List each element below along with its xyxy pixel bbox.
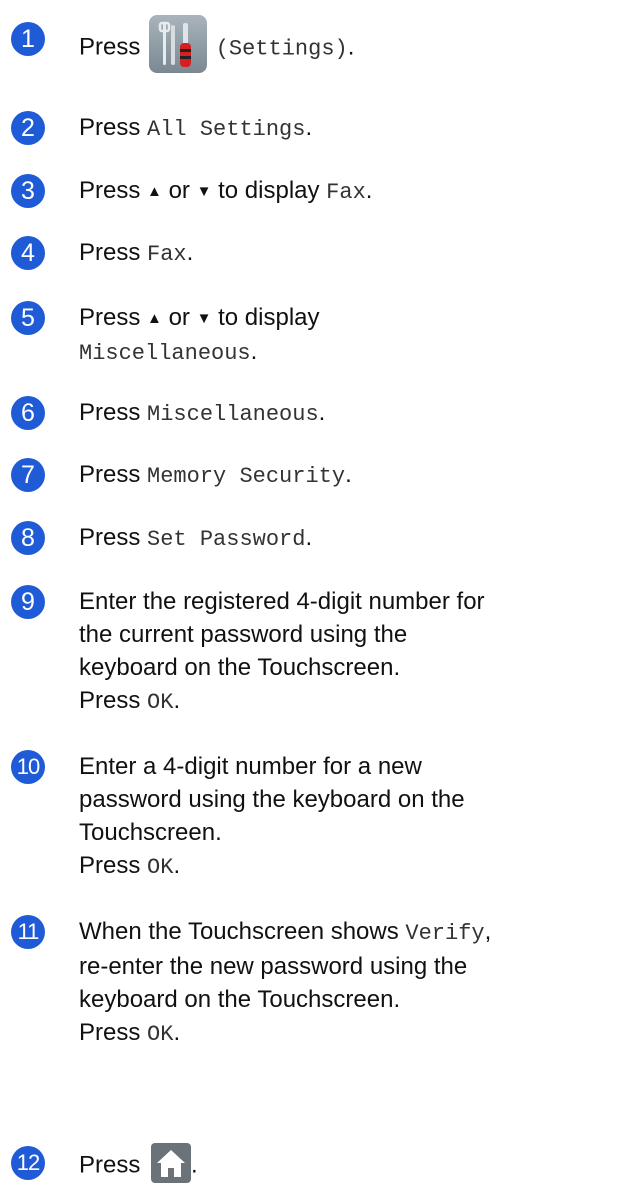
ok-label: OK <box>147 690 174 715</box>
step-12-text: Press . <box>79 1143 609 1186</box>
step-5-text: Press ▲ or ▼ to display Miscellaneous. <box>79 304 320 366</box>
verify-label: Verify <box>405 921 485 946</box>
step-number-4: 4 <box>11 236 45 270</box>
step-number-10: 10 <box>11 750 45 784</box>
step-number-5: 5 <box>11 301 45 335</box>
step-number-9: 9 <box>11 585 45 619</box>
press-word: Press <box>79 33 141 61</box>
step-7-text: Press Memory Security. <box>79 461 352 489</box>
ok-label: OK <box>147 855 174 880</box>
down-arrow-icon: ▼ <box>196 310 212 327</box>
step-8-text: Press Set Password. <box>79 524 313 552</box>
miscellaneous-label: Miscellaneous <box>79 341 251 366</box>
step-11-text: When the Touchscreen shows Verify, re-en… <box>79 918 492 1047</box>
fax-label: Fax <box>147 242 187 267</box>
step-number-6: 6 <box>11 396 45 430</box>
up-arrow-icon: ▲ <box>147 183 162 200</box>
set-password-label: Set Password <box>147 527 306 552</box>
memory-security-label: Memory Security <box>147 464 346 489</box>
step-3-text: Press ▲ or ▼ to display Fax. <box>79 177 373 205</box>
step-number-12: 12 <box>11 1146 45 1180</box>
step-number-3: 3 <box>11 174 45 208</box>
step-number-11: 11 <box>11 915 45 949</box>
settings-label: (Settings) <box>215 36 348 62</box>
miscellaneous-label: Miscellaneous <box>147 402 319 427</box>
step-number-7: 7 <box>11 458 45 492</box>
step-9-text: Enter the registered 4-digit number for … <box>79 588 485 715</box>
step-number-1: 1 <box>11 22 45 56</box>
all-settings-label: All Settings <box>147 117 306 142</box>
step-6-text: Press Miscellaneous. <box>79 399 326 427</box>
step-4-text: Press Fax. <box>79 239 194 267</box>
up-arrow-icon: ▲ <box>147 310 162 327</box>
step-1-text: Press (Settings). <box>79 15 609 77</box>
step-number-2: 2 <box>11 111 45 145</box>
step-2-text: Press All Settings. <box>79 114 313 142</box>
fax-label: Fax <box>326 180 366 205</box>
step-10-text: Enter a 4-digit number for a new passwor… <box>79 753 465 880</box>
down-arrow-icon: ▼ <box>196 183 212 200</box>
ok-label: OK <box>147 1022 174 1047</box>
step-number-8: 8 <box>11 521 45 555</box>
home-icon[interactable] <box>151 1143 192 1183</box>
settings-icon[interactable] <box>149 15 208 73</box>
